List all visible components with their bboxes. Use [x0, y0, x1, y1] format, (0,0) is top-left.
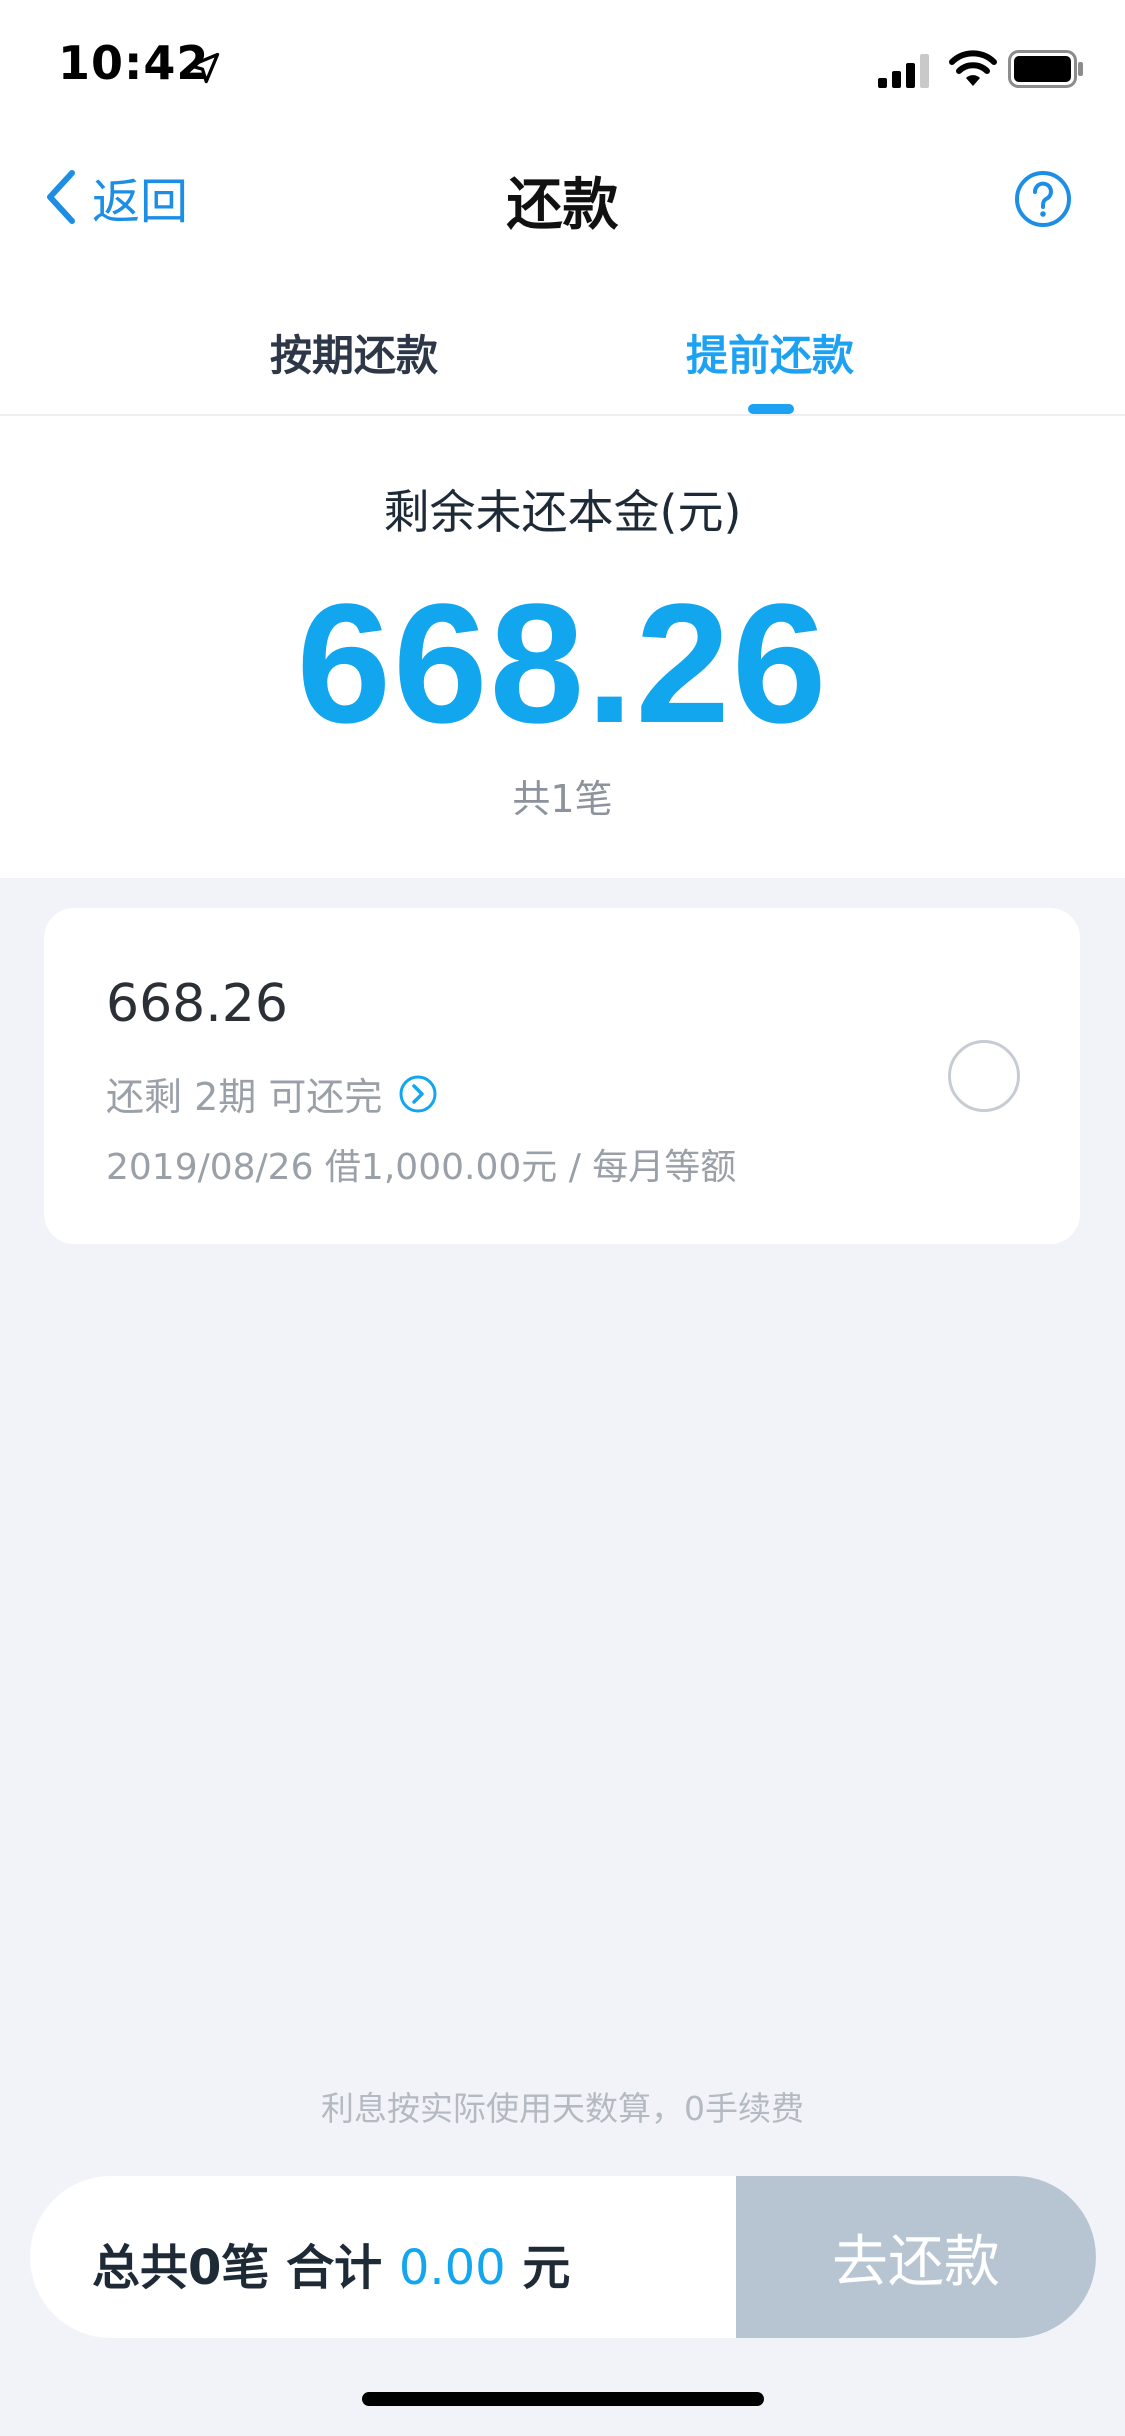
principal-label: 剩余未还本金(元): [383, 485, 742, 539]
principal-summary: 剩余未还本金(元) 668.26 共1笔: [0, 416, 1125, 878]
status-bar: 10:42: [0, 0, 1125, 132]
wifi-icon: [949, 50, 997, 86]
location-arrow-icon: [188, 52, 220, 84]
interest-footnote: 利息按实际使用天数算，0手续费: [321, 2089, 804, 2128]
total-summary: 总共0笔 合计 0.00 元: [92, 2228, 570, 2298]
total-amount: 0.00: [398, 2240, 506, 2296]
pay-button[interactable]: 去还款: [736, 2176, 1096, 2338]
battery-icon: [1008, 50, 1083, 88]
total-unit: 元: [505, 2240, 571, 2296]
total-prefix: 总共0笔 合计: [92, 2240, 399, 2296]
tab-early-repayment[interactable]: 提前还款: [686, 322, 854, 383]
cellular-signal-icon: [878, 54, 929, 88]
active-tab-indicator: [748, 404, 794, 414]
chevron-right-circle-icon[interactable]: [398, 1074, 438, 1114]
question-circle-icon[interactable]: [1014, 170, 1072, 228]
navigation-bar: 返回 还款: [0, 132, 1125, 262]
loan-remaining-row: 还剩 2期 可还完: [106, 1066, 438, 1121]
page-title: 还款: [506, 173, 619, 238]
loan-meta: 2019/08/26 借1,000.00元 / 每月等额: [106, 1147, 737, 1188]
checkout-bar: 总共0笔 合计 0.00 元 去还款: [30, 2176, 1096, 2338]
home-indicator[interactable]: [362, 2392, 764, 2406]
loan-card[interactable]: 668.26 还剩 2期 可还完 2019/08/26 借1,000.00元 /…: [44, 908, 1080, 1244]
loan-select-radio[interactable]: [948, 1040, 1020, 1112]
loan-count: 共1笔: [512, 777, 613, 821]
tab-scheduled-repayment[interactable]: 按期还款: [270, 322, 438, 383]
loan-amount: 668.26: [106, 974, 288, 1034]
principal-amount: 668.26: [296, 569, 829, 759]
tab-bar: 按期还款 提前还款: [0, 262, 1125, 416]
loan-remaining-text: 还剩 2期 可还完: [106, 1075, 383, 1119]
